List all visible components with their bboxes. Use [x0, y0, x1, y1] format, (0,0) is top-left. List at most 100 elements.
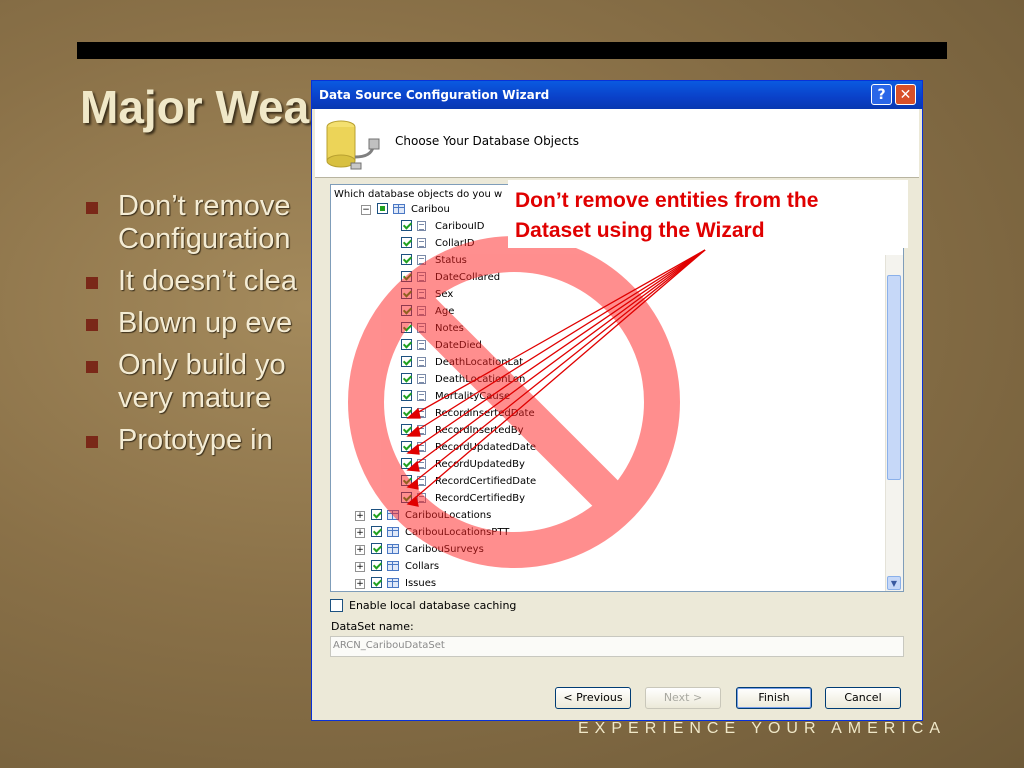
- expand-icon[interactable]: +: [355, 528, 365, 538]
- column-icon: [417, 323, 426, 333]
- tree-table-row[interactable]: + CaribouSurveys: [331, 541, 871, 558]
- bullet-item: Prototype in: [82, 424, 322, 457]
- column-icon: [417, 255, 426, 265]
- tree-checkbox[interactable]: [371, 543, 382, 554]
- tree-checkbox[interactable]: [401, 305, 412, 316]
- tree-column-row[interactable]: DeathLocationLon: [331, 371, 871, 388]
- tree-column-row[interactable]: MortalityCause: [331, 388, 871, 405]
- tree-column-row[interactable]: RecordUpdatedDate: [331, 439, 871, 456]
- tree-scrollbar[interactable]: ▼: [885, 255, 903, 591]
- close-button[interactable]: ✕: [895, 84, 916, 105]
- tree-column-row[interactable]: Sex: [331, 286, 871, 303]
- bullet-item: Don’t remove: [82, 190, 322, 223]
- tree-item-label: CaribouLocationsPTT: [405, 527, 510, 538]
- tree-column-row[interactable]: DateCollared: [331, 269, 871, 286]
- slide-bullets: Don’t remove Configuration It doesn’t cl…: [82, 190, 322, 466]
- tree-table-row[interactable]: + Collars: [331, 558, 871, 575]
- tree-checkbox[interactable]: [401, 254, 412, 265]
- tree-table-row[interactable]: + CaribouLocationsPTT: [331, 524, 871, 541]
- tree-column-row[interactable]: Notes: [331, 320, 871, 337]
- tree-item-label: DeathLocationLat: [435, 357, 524, 368]
- tree-column-row[interactable]: Age: [331, 303, 871, 320]
- help-button[interactable]: ?: [871, 84, 892, 105]
- cancel-button[interactable]: Cancel: [825, 687, 901, 709]
- column-icon: [417, 391, 426, 401]
- bullet-text: It doesn’t clea: [118, 265, 297, 297]
- tree-checkbox[interactable]: [401, 322, 412, 333]
- tree-item-label: Notes: [435, 323, 464, 334]
- tree-checkbox[interactable]: [371, 526, 382, 537]
- table-icon: [387, 510, 399, 520]
- bullet-text: Only build yo: [118, 349, 286, 381]
- expand-icon[interactable]: +: [355, 562, 365, 572]
- tree-item-label: Collars: [405, 561, 440, 572]
- tree-item-label: RecordUpdatedBy: [435, 459, 525, 470]
- tree-checkbox[interactable]: [401, 356, 412, 367]
- tree-table-row[interactable]: + Issues: [331, 575, 871, 591]
- dialog-title: Data Source Configuration Wizard: [319, 88, 550, 102]
- previous-button[interactable]: < Previous: [555, 687, 631, 709]
- tree-checkbox[interactable]: [377, 203, 388, 214]
- tree-item-label: DateDied: [435, 340, 482, 351]
- column-icon: [417, 374, 426, 384]
- expand-icon[interactable]: +: [355, 579, 365, 589]
- tree-item-label: RecordUpdatedDate: [435, 442, 537, 453]
- slide-title: Major Wea: [80, 81, 310, 133]
- column-icon: [417, 408, 426, 418]
- tree-checkbox[interactable]: [401, 237, 412, 248]
- enable-caching-checkbox[interactable]: [330, 599, 343, 612]
- finish-button[interactable]: Finish: [736, 687, 812, 709]
- tree-checkbox[interactable]: [401, 339, 412, 350]
- next-button: Next >: [645, 687, 721, 709]
- wizard-dialog: Data Source Configuration Wizard ? ✕ Cho…: [311, 80, 923, 721]
- table-icon: [387, 578, 399, 588]
- tree-checkbox[interactable]: [371, 509, 382, 520]
- tree-checkbox[interactable]: [401, 458, 412, 469]
- slide-top-bar: [77, 42, 947, 59]
- tree-table-row[interactable]: + CaribouLocations: [331, 507, 871, 524]
- bullet-marker: [86, 319, 98, 331]
- tree-checkbox[interactable]: [401, 441, 412, 452]
- slide-footer: EXPERIENCE YOUR AMERICA: [578, 720, 946, 737]
- scroll-down-button[interactable]: ▼: [887, 576, 901, 590]
- expand-icon[interactable]: +: [355, 545, 365, 555]
- tree-checkbox[interactable]: [401, 373, 412, 384]
- column-icon: [417, 357, 426, 367]
- tree-checkbox[interactable]: [401, 424, 412, 435]
- tree-checkbox[interactable]: [401, 220, 412, 231]
- tree-column-row[interactable]: RecordCertifiedBy: [331, 490, 871, 507]
- wizard-header: Choose Your Database Objects: [315, 109, 919, 178]
- bullet-text: Configuration: [118, 223, 291, 255]
- tree-column-row[interactable]: DateDied: [331, 337, 871, 354]
- tree-checkbox[interactable]: [401, 492, 412, 503]
- tree-column-row[interactable]: RecordCertifiedDate: [331, 473, 871, 490]
- column-icon: [417, 221, 426, 231]
- annotation-line-2: Dataset using the Wizard: [515, 219, 765, 242]
- tree-checkbox[interactable]: [371, 577, 382, 588]
- annotation-callout: Don’t remove entities from the Dataset u…: [508, 180, 908, 248]
- tree-item-label: CaribouLocations: [405, 510, 492, 521]
- tree-column-row[interactable]: RecordInsertedBy: [331, 422, 871, 439]
- tree-item-label: CollarID: [435, 238, 475, 249]
- column-icon: [417, 493, 426, 503]
- dialog-titlebar[interactable]: Data Source Configuration Wizard ? ✕: [312, 81, 922, 109]
- scroll-thumb[interactable]: [887, 275, 901, 480]
- tree-checkbox[interactable]: [401, 390, 412, 401]
- bullet-text: Prototype in: [118, 424, 273, 456]
- tree-column-row[interactable]: RecordUpdatedBy: [331, 456, 871, 473]
- tree-checkbox[interactable]: [401, 407, 412, 418]
- expand-icon[interactable]: +: [355, 511, 365, 521]
- tree-item-label: RecordCertifiedBy: [435, 493, 526, 504]
- tree-column-row[interactable]: Status: [331, 252, 871, 269]
- collapse-icon[interactable]: −: [361, 205, 371, 215]
- bullet-text: very mature: [118, 382, 272, 414]
- tree-checkbox[interactable]: [401, 475, 412, 486]
- tree-checkbox[interactable]: [371, 560, 382, 571]
- tree-checkbox[interactable]: [401, 271, 412, 282]
- bullet-marker: [86, 202, 98, 214]
- tree-checkbox[interactable]: [401, 288, 412, 299]
- tree-column-row[interactable]: DeathLocationLat: [331, 354, 871, 371]
- dataset-name-input[interactable]: ARCN_CaribouDataSet: [330, 636, 904, 657]
- tree-label: Which database objects do you w: [334, 189, 503, 200]
- tree-column-row[interactable]: RecordInsertedDate: [331, 405, 871, 422]
